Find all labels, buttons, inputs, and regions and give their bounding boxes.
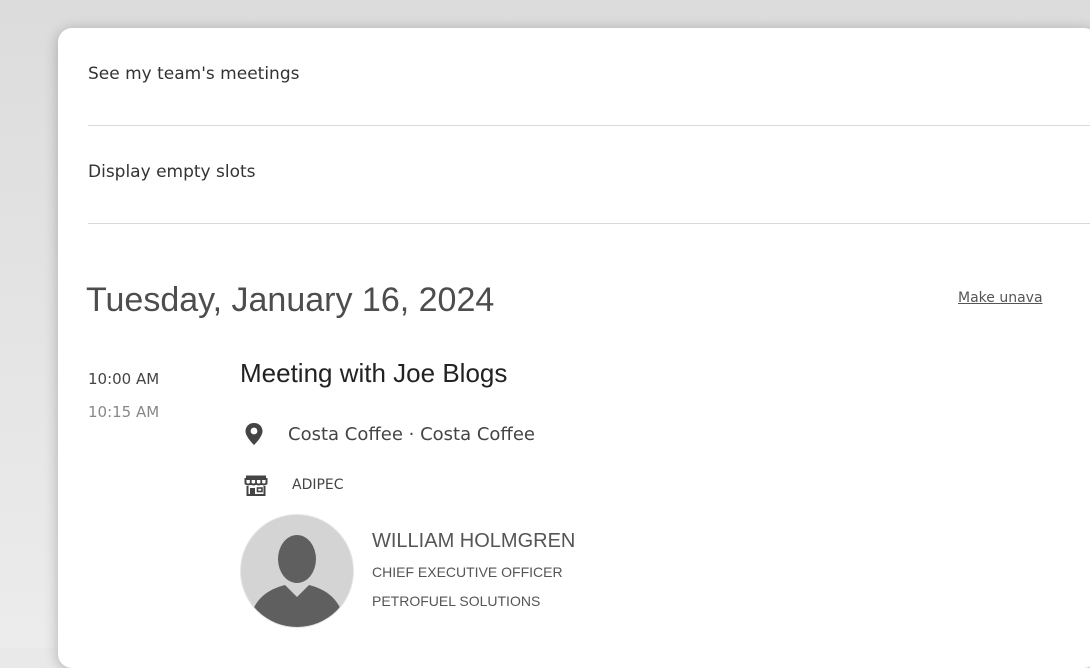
meeting-location: Costa Coffee · Costa Coffee [244, 418, 535, 450]
meeting-event-text: ADIPEC [292, 477, 344, 493]
meeting-title[interactable]: Meeting with Joe Blogs [240, 358, 507, 389]
person-silhouette-icon [249, 535, 345, 627]
meeting-event: ADIPEC [244, 472, 344, 498]
attendee-name[interactable]: WILLIAM HOLMGREN [372, 530, 575, 553]
attendee-avatar[interactable] [240, 514, 354, 628]
date-heading: Tuesday, January 16, 2024 [86, 281, 495, 319]
make-unavailable-link[interactable]: Make unava [958, 290, 1043, 306]
attendee-company: PETROFUEL SOLUTIONS [372, 593, 541, 609]
display-empty-slots-label: Display empty slots [88, 162, 256, 182]
agenda-panel: See my team's meetings Display empty slo… [58, 28, 1090, 668]
see-team-meetings-option[interactable]: See my team's meetings [88, 28, 1090, 126]
meeting-location-text: Costa Coffee · Costa Coffee [288, 423, 535, 445]
meeting-end-time: 10:15 AM [88, 403, 160, 421]
display-empty-slots-option[interactable]: Display empty slots [88, 126, 1090, 224]
store-icon [244, 473, 272, 497]
attendee-job-title: CHIEF EXECUTIVE OFFICER [372, 564, 563, 580]
meeting-start-time: 10:00 AM [88, 370, 160, 388]
see-team-meetings-label: See my team's meetings [88, 64, 300, 84]
map-pin-icon [244, 422, 272, 446]
